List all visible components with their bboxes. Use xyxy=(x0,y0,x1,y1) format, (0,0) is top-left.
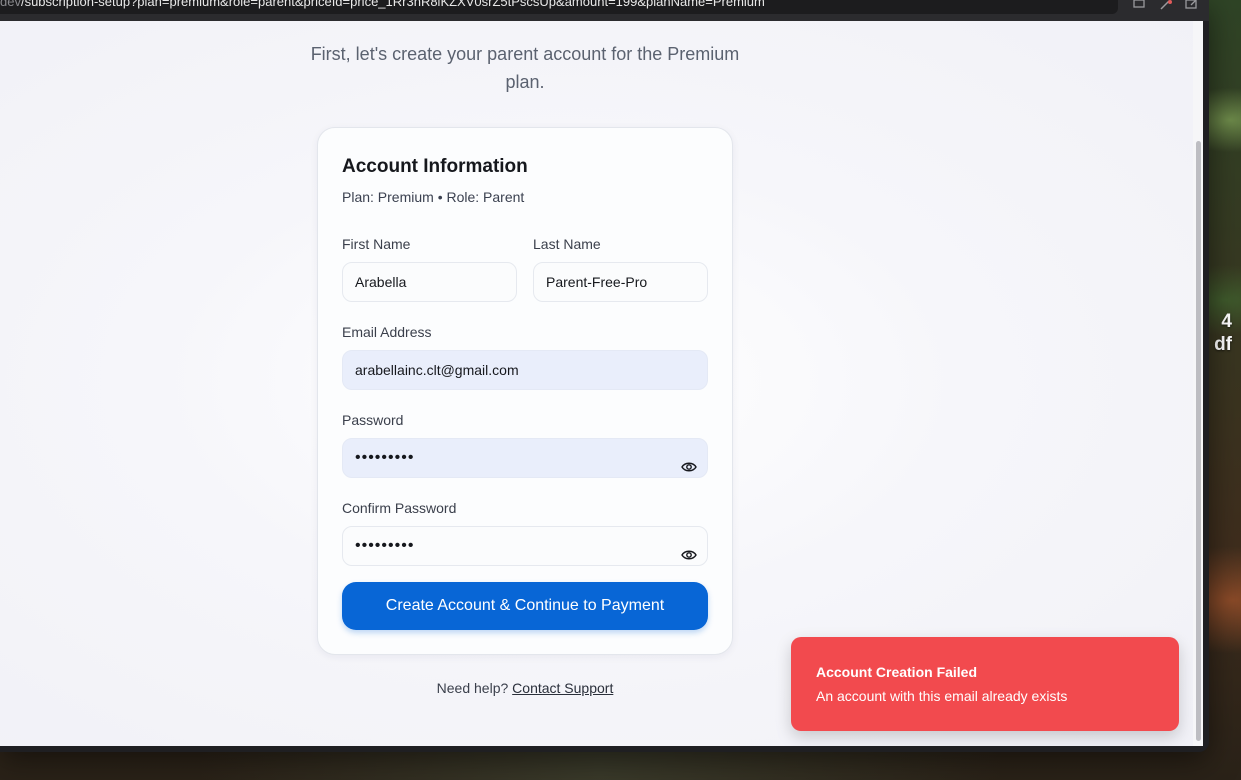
confirm-password-value: ••••••••• xyxy=(355,537,415,554)
password-label: Password xyxy=(342,412,404,428)
last-name-input[interactable]: Parent-Free-Pro xyxy=(533,262,708,302)
account-form-card: Account Information Plan: Premium • Role… xyxy=(317,127,733,655)
url-host: dev xyxy=(0,0,21,9)
help-text: Need help? Contact Support xyxy=(330,680,720,696)
cast-icon[interactable] xyxy=(1133,0,1147,10)
browser-window: dev/subscription-setup?plan=premium&role… xyxy=(0,0,1209,752)
confirm-password-label: Confirm Password xyxy=(342,500,457,516)
password-input[interactable]: ••••••••• xyxy=(342,438,708,478)
scrollbar[interactable] xyxy=(1193,21,1203,746)
url-path: /subscription-setup?plan=premium&role=pa… xyxy=(20,0,765,9)
eye-icon[interactable] xyxy=(681,539,697,560)
contact-support-link[interactable]: Contact Support xyxy=(512,680,613,696)
help-prefix: Need help? xyxy=(436,680,509,696)
confirm-password-input[interactable]: ••••••••• xyxy=(342,526,708,566)
page-viewport: First, let's create your parent account … xyxy=(0,21,1200,746)
toast-message: An account with this email already exist… xyxy=(816,688,1068,704)
first-name-label: First Name xyxy=(342,236,411,252)
scrollbar-thumb[interactable] xyxy=(1196,141,1201,741)
toolbar-icons xyxy=(1133,0,1199,10)
address-bar[interactable]: dev/subscription-setup?plan=premium&role… xyxy=(0,0,1118,14)
password-value: ••••••••• xyxy=(355,449,415,466)
toast-title: Account Creation Failed xyxy=(816,664,978,680)
desktop-file-label: 4 df xyxy=(1204,310,1241,356)
plan-role-subtitle: Plan: Premium • Role: Parent xyxy=(342,189,525,205)
share-icon[interactable] xyxy=(1185,0,1199,10)
first-name-input[interactable]: Arabella xyxy=(342,262,517,302)
email-label: Email Address xyxy=(342,324,432,340)
intro-text: First, let's create your parent account … xyxy=(310,44,740,92)
card-title: Account Information xyxy=(342,156,528,177)
error-toast[interactable]: Account Creation Failed An account with … xyxy=(791,637,1179,731)
email-input[interactable]: arabellainc.clt@gmail.com xyxy=(342,350,708,390)
last-name-label: Last Name xyxy=(533,236,601,252)
extension-icon[interactable] xyxy=(1159,0,1173,10)
eye-icon[interactable] xyxy=(681,451,697,472)
browser-toolbar: dev/subscription-setup?plan=premium&role… xyxy=(0,0,1209,21)
create-account-button[interactable]: Create Account & Continue to Payment xyxy=(342,582,708,630)
